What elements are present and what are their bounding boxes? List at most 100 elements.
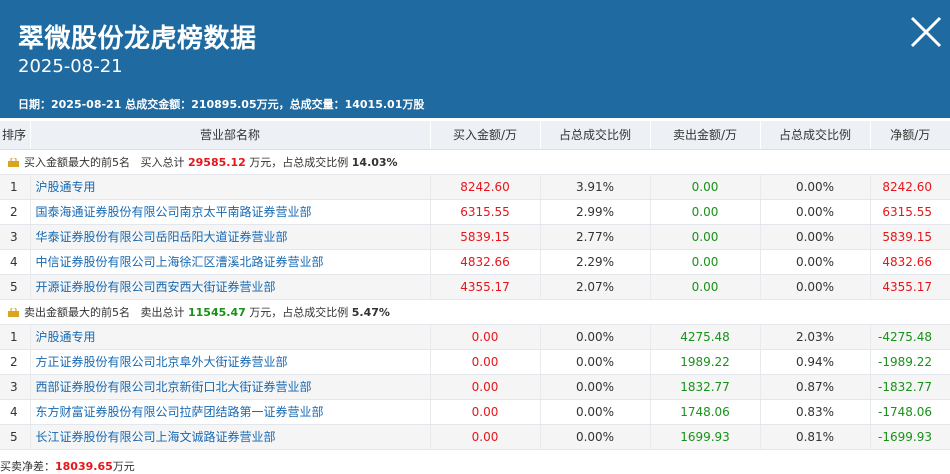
buy-ratio-text: 2.77% — [575, 229, 615, 244]
sell-ratio-text: 0.83% — [795, 404, 835, 419]
buy-amount-text: 8242.60 — [460, 179, 510, 194]
sell-amount-text: 0.00 — [691, 179, 719, 194]
rank-text: 4 — [10, 404, 18, 419]
buy-total-prefix: 买入总计 — [140, 155, 185, 169]
buy-ratio-text: 0.00% — [575, 354, 615, 369]
branch-name-text[interactable]: 国泰海通证券股份有限公司南京太平南路证券营业部 — [36, 205, 312, 219]
buy-table-row: 2 国泰海通证券股份有限公司南京太平南路证券营业部 6315.55 2.99% 0.00… — [0, 199, 950, 225]
page-title: 翠微股份龙虎榜数据 — [18, 24, 257, 54]
net-amount-text: 8242.60 — [882, 179, 932, 194]
buy-amount-cell: 6315.55 — [429, 199, 540, 225]
trade-date: 2025-08-21 — [18, 56, 123, 77]
net-amount-cell: -4275.48 — [869, 324, 950, 350]
branch-name-text[interactable]: 沪股通专用 — [36, 180, 96, 194]
col-header-branch[interactable]: 营业部名称 — [29, 121, 430, 150]
buy-ratio-cell: 0.00% — [539, 324, 650, 350]
sell-table-row: 2 方正证券股份有限公司北京阜外大街证券营业部 0.00 0.00% 1989.22 0.… — [0, 349, 950, 375]
col-header-buy[interactable]: 买入金额/万 — [429, 121, 540, 150]
col-header-buy-ratio[interactable]: 占总成交比例 — [539, 121, 650, 150]
buy-total-ratio: 14.03% — [351, 155, 398, 169]
buy-amount-cell: 0.00 — [429, 399, 540, 425]
col-header-rank[interactable]: 排序 — [0, 121, 30, 150]
sell-ratio-text: 0.00% — [795, 229, 835, 244]
branch-name-text[interactable]: 东方财富证券股份有限公司拉萨团结路第一证券营业部 — [36, 405, 324, 419]
sell-ratio-text: 0.00% — [795, 254, 835, 269]
branch-name-text[interactable]: 沪股通专用 — [36, 330, 96, 344]
buy-amount-text: 4832.66 — [460, 254, 510, 269]
sell-amount-text: 0.00 — [691, 254, 719, 269]
buy-ratio-cell: 2.29% — [539, 249, 650, 275]
sell-table-row: 3 西部证券股份有限公司北京新街口北大街证券营业部 0.00 0.00% 1832.77… — [0, 374, 950, 400]
branch-name-text[interactable]: 中信证券股份有限公司上海徐汇区漕溪北路证券营业部 — [36, 255, 324, 269]
net-difference-unit: 万元 — [112, 460, 135, 473]
buy-table-row: 1 沪股通专用 8242.60 3.91% 0.00 0.00% 8242.60 — [0, 174, 950, 200]
branch-name-cell: 东方财富证券股份有限公司拉萨团结路第一证券营业部 — [29, 399, 430, 425]
buy-ratio-text: 0.00% — [575, 429, 615, 444]
branch-name-cell: 中信证券股份有限公司上海徐汇区漕溪北路证券营业部 — [29, 249, 430, 275]
sell-amount-text: 4275.48 — [680, 329, 730, 344]
rank-text: 1 — [10, 179, 18, 194]
sell-amount-text: 0.00 — [691, 279, 719, 294]
rank-cell: 2 — [0, 349, 30, 375]
buy-section-label: 买入金额最大的前5名 — [24, 155, 130, 169]
buy-amount-cell: 4832.66 — [429, 249, 540, 275]
rank-text: 3 — [10, 379, 18, 394]
net-amount-text: 4355.17 — [882, 279, 932, 294]
net-amount-text: -1989.22 — [878, 354, 932, 369]
branch-name-text[interactable]: 西部证券股份有限公司北京新街口北大街证券营业部 — [36, 380, 312, 394]
rank-text: 3 — [10, 229, 18, 244]
sell-ratio-cell: 0.00% — [759, 274, 870, 300]
sell-amount-cell: 4275.48 — [649, 324, 760, 350]
net-difference-label: 买卖净差： — [0, 460, 55, 473]
sell-total-value: 11545.47 — [188, 305, 246, 319]
sell-ratio-cell: 0.94% — [759, 349, 870, 375]
buy-table-row: 3 华泰证券股份有限公司岳阳岳阳大道证券营业部 5839.15 2.77% 0.00 0.… — [0, 224, 950, 250]
branch-name-cell: 长江证券股份有限公司上海文诚路证券营业部 — [29, 424, 430, 450]
sell-amount-text: 1832.77 — [680, 379, 730, 394]
sell-ratio-text: 0.00% — [795, 204, 835, 219]
sell-amount-cell: 0.00 — [649, 249, 760, 275]
branch-name-text[interactable]: 方正证券股份有限公司北京阜外大街证券营业部 — [36, 355, 288, 369]
net-amount-text: 4832.66 — [882, 254, 932, 269]
rank-cell: 4 — [0, 399, 30, 425]
branch-name-cell: 国泰海通证券股份有限公司南京太平南路证券营业部 — [29, 199, 430, 225]
trade-summary: 日期：2025-08-21 总成交金额：210895.05万元，总成交量：140… — [18, 98, 425, 111]
sell-amount-text: 0.00 — [691, 229, 719, 244]
rank-text: 5 — [10, 429, 18, 444]
branch-name-text[interactable]: 华泰证券股份有限公司岳阳岳阳大道证券营业部 — [36, 230, 288, 244]
net-amount-text: 6315.55 — [882, 204, 932, 219]
sell-amount-cell: 0.00 — [649, 174, 760, 200]
buy-amount-text: 4355.17 — [460, 279, 510, 294]
buy-section-summary: 买入金额最大的前5名 买入总计 29585.12 万元，占总成交比例 14.03… — [0, 149, 950, 175]
buy-amount-text: 0.00 — [471, 404, 499, 419]
sell-table-row: 4 东方财富证券股份有限公司拉萨团结路第一证券营业部 0.00 0.00% 1748.0… — [0, 399, 950, 425]
sell-ratio-cell: 0.81% — [759, 424, 870, 450]
sell-total-unit: 万元，占总成交比例 — [249, 305, 349, 319]
sell-section-label: 卖出金额最大的前5名 — [24, 305, 130, 319]
sell-ratio-cell: 0.83% — [759, 399, 870, 425]
net-amount-cell: -1832.77 — [869, 374, 950, 400]
buy-table-row: 4 中信证券股份有限公司上海徐汇区漕溪北路证券营业部 4832.66 2.29% 0.0… — [0, 249, 950, 275]
net-amount-text: 5839.15 — [882, 229, 932, 244]
dialog-header: 翠微股份龙虎榜数据 2025-08-21 日期：2025-08-21 总成交金额… — [0, 0, 950, 118]
branch-name-text[interactable]: 长江证券股份有限公司上海文诚路证券营业部 — [36, 430, 276, 444]
branch-name-text[interactable]: 开源证券股份有限公司西安西大街证券营业部 — [36, 280, 276, 294]
buy-table-row: 5 开源证券股份有限公司西安西大街证券营业部 4355.17 2.07% 0.00 0.0… — [0, 274, 950, 300]
sell-total-prefix: 卖出总计 — [140, 305, 185, 319]
buy-amount-text: 6315.55 — [460, 204, 510, 219]
col-header-sell[interactable]: 卖出金额/万 — [649, 121, 760, 150]
buy-ratio-cell: 2.99% — [539, 199, 650, 225]
buy-total-unit: 万元，占总成交比例 — [249, 155, 349, 169]
close-button[interactable] — [908, 14, 944, 50]
net-amount-text: -1832.77 — [878, 379, 932, 394]
sell-ratio-text: 2.03% — [795, 329, 835, 344]
sell-amount-cell: 1748.06 — [649, 399, 760, 425]
net-amount-cell: -1699.93 — [869, 424, 950, 450]
sell-ratio-text: 0.81% — [795, 429, 835, 444]
buy-amount-cell: 0.00 — [429, 424, 540, 450]
col-header-sell-ratio[interactable]: 占总成交比例 — [759, 121, 870, 150]
col-header-net[interactable]: 净额/万 — [869, 121, 950, 150]
buy-amount-text: 0.00 — [471, 354, 499, 369]
net-amount-cell: 4355.17 — [869, 274, 950, 300]
sell-table-row: 5 长江证券股份有限公司上海文诚路证券营业部 0.00 0.00% 1699.93 0.8… — [0, 424, 950, 450]
